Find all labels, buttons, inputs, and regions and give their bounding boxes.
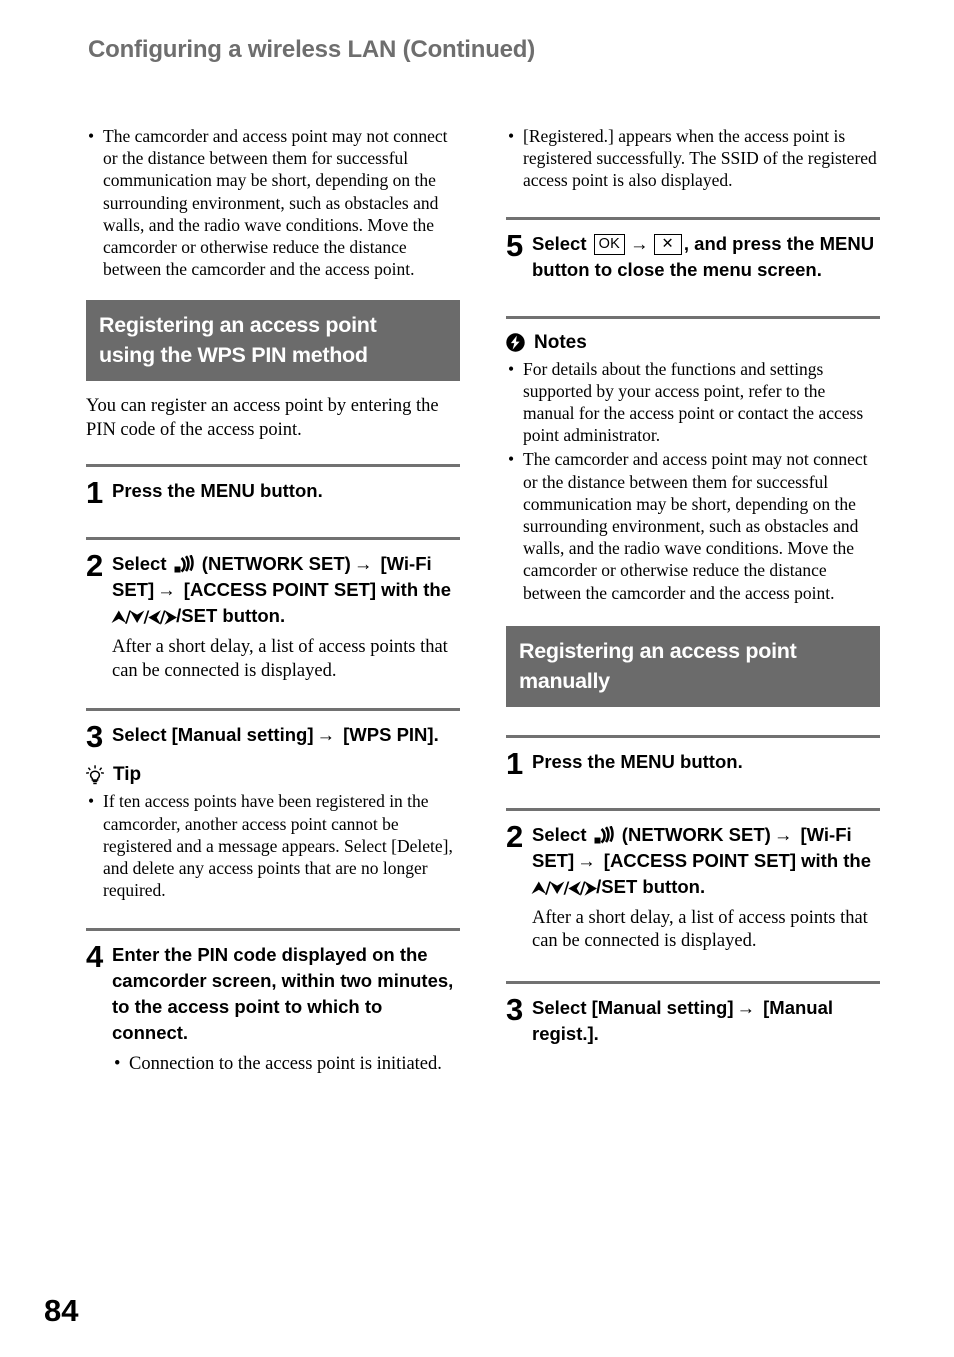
- step-text: (NETWORK SET): [201, 553, 351, 575]
- network-icon: [174, 554, 194, 573]
- step-content: Select (NETWORK SET) → [Wi-Fi SET] → [ACCE: [532, 822, 880, 954]
- step-title: Press the MENU button.: [112, 480, 323, 502]
- step-content: Enter the PIN code displayed on the camc…: [112, 942, 460, 1077]
- tip-callout: Tip If ten access points have been regis…: [85, 764, 460, 901]
- arrow-glyph: →: [736, 996, 755, 1018]
- step-divider: [86, 928, 460, 932]
- close-key-icon: ✕: [653, 233, 682, 255]
- step-number: 1: [86, 475, 104, 511]
- step-text: [ACCESS POINT SET] with the: [183, 579, 452, 601]
- arrow-glyph: →: [353, 553, 373, 575]
- step-content: Select [Manual setting] → [Manual regist.…: [532, 995, 880, 1047]
- step-divider: [506, 807, 880, 811]
- list-item: For details about the functions and sett…: [506, 358, 880, 447]
- step-number: 3: [86, 719, 104, 755]
- section-intro-paragraph: You can register an access point by ente…: [86, 396, 439, 440]
- left-column: The camcorder and access point may not c…: [85, 125, 460, 1077]
- step-1-left: 1 Press the MENU button.: [86, 475, 460, 511]
- section-heading-line-2: manually: [519, 668, 610, 693]
- notes-callout-label: Notes: [534, 331, 587, 353]
- step-number: 5: [506, 227, 524, 263]
- step-title: Select [Manual setting] → [WPS PIN].: [112, 722, 460, 748]
- dpad-direction-glyphs: ⮝/⮟/⮜/⮞: [532, 877, 597, 897]
- step-divider: [86, 464, 460, 468]
- note-lightning-icon: [506, 333, 525, 352]
- step-2-right: 2 Select (NETWORK SET) → [Wi-Fi SET] → […: [506, 818, 880, 954]
- step-content: Select (NETWORK SET) → [Wi-Fi SET] → [ACCE: [112, 551, 460, 683]
- step-number: 1: [506, 745, 524, 781]
- dpad-direction-glyphs: ⮝/⮟/⮜/⮞: [112, 607, 177, 627]
- step-text: Select: [532, 232, 587, 254]
- step-text: (NETWORK SET): [621, 823, 771, 845]
- step-subbullet: Connection to the access point is initia…: [112, 1053, 460, 1077]
- page-number: 84: [44, 1293, 79, 1328]
- step-1-right: 1 Press the MENU button.: [506, 745, 880, 781]
- step-text: /SET button.: [176, 605, 286, 627]
- list-item: The camcorder and access point may not c…: [506, 448, 880, 603]
- step-text: Select [Manual setting]: [112, 724, 314, 746]
- step-title: Select [Manual setting] → [Manual regist.…: [532, 995, 880, 1047]
- step-divider: [506, 980, 880, 984]
- step-3-right: 3 Select [Manual setting] → [Manual regis…: [506, 991, 880, 1047]
- notes-bullets: For details about the functions and sett…: [506, 358, 880, 604]
- arrow-glyph: →: [316, 724, 335, 746]
- step-title: Select (NETWORK SET) → [Wi-Fi SET] → [ACCE: [532, 822, 880, 901]
- notes-callout: Notes For details about the functions an…: [506, 332, 880, 604]
- step-divider: [86, 537, 460, 541]
- step-text: [ACCESS POINT SET] with the: [603, 849, 872, 871]
- network-icon: [594, 825, 614, 844]
- arrow-glyph: →: [577, 849, 596, 871]
- step-4-left: 4 Enter the PIN code displayed on the ca…: [86, 939, 460, 1077]
- step-3-left: 3 Select [Manual setting] → [WPS PIN].: [86, 719, 460, 755]
- step-text: /SET button.: [596, 875, 706, 897]
- tip-callout-label: Tip: [113, 764, 142, 786]
- arrow-glyph: →: [630, 232, 649, 254]
- step-title: Select OK → ✕, and press the MENU button t…: [532, 231, 880, 283]
- step-title: Press the MENU button.: [532, 750, 743, 772]
- step-divider: [506, 216, 880, 220]
- step-number: 2: [86, 548, 104, 584]
- right-intro-bullets: [Registered.] appears when the access po…: [506, 125, 880, 192]
- right-column: [Registered.] appears when the access po…: [506, 125, 880, 1047]
- list-item: [Registered.] appears when the access po…: [506, 125, 880, 192]
- left-intro-bullets: The camcorder and access point may not c…: [86, 125, 460, 280]
- step-text: Select: [112, 553, 167, 575]
- step-content: Press the MENU button.: [112, 478, 460, 504]
- section-heading-line-1: Registering an access point: [519, 638, 797, 663]
- list-item: The camcorder and access point may not c…: [86, 125, 460, 280]
- step-2-left: 2 Select (NETWORK SET) → [Wi-Fi SET] → […: [86, 548, 460, 683]
- step-content: Select OK → ✕, and press the MENU button t…: [532, 231, 880, 283]
- step-number: 4: [86, 939, 104, 975]
- tip-bullets: If ten access points have been registere…: [86, 790, 460, 901]
- step-text: Select: [532, 823, 587, 845]
- list-item: If ten access points have been registere…: [86, 790, 460, 901]
- step-number: 2: [506, 818, 524, 854]
- step-text: [WPS PIN].: [343, 724, 439, 746]
- lightbulb-icon: [85, 765, 105, 786]
- section-heading-wps-pin: Registering an access point using the WP…: [86, 300, 460, 382]
- step-title: Select (NETWORK SET) → [Wi-Fi SET] → [ACCE: [112, 551, 460, 630]
- section-heading-line-1: Registering an access point: [99, 313, 377, 338]
- arrow-glyph: →: [157, 579, 176, 601]
- page-running-head: Configuring a wireless LAN (Continued): [88, 36, 536, 63]
- notes-divider: [506, 315, 880, 319]
- step-text: Select [Manual setting]: [532, 996, 734, 1018]
- step-title: Enter the PIN code displayed on the camc…: [112, 944, 454, 1044]
- notes-callout-header: Notes: [506, 332, 880, 354]
- step-5-right: 5 Select OK → ✕, and press the MENU button…: [506, 227, 880, 283]
- step-divider: [506, 734, 880, 738]
- step-note: After a short delay, a list of access po…: [112, 637, 448, 681]
- section-heading-line-2: using the WPS PIN method: [99, 343, 368, 368]
- step-content: Select [Manual setting] → [WPS PIN].: [112, 722, 460, 748]
- section-heading-manual: Registering an access point manually: [506, 625, 880, 707]
- step-divider: [86, 708, 460, 712]
- step-number: 3: [506, 991, 524, 1027]
- arrow-glyph: →: [773, 823, 793, 845]
- step-note: After a short delay, a list of access po…: [532, 907, 868, 952]
- step-content: Press the MENU button.: [532, 749, 880, 775]
- manual-page: Configuring a wireless LAN (Continued) T…: [0, 0, 954, 1357]
- ok-key-icon: OK: [593, 233, 626, 255]
- tip-callout-header: Tip: [85, 764, 460, 786]
